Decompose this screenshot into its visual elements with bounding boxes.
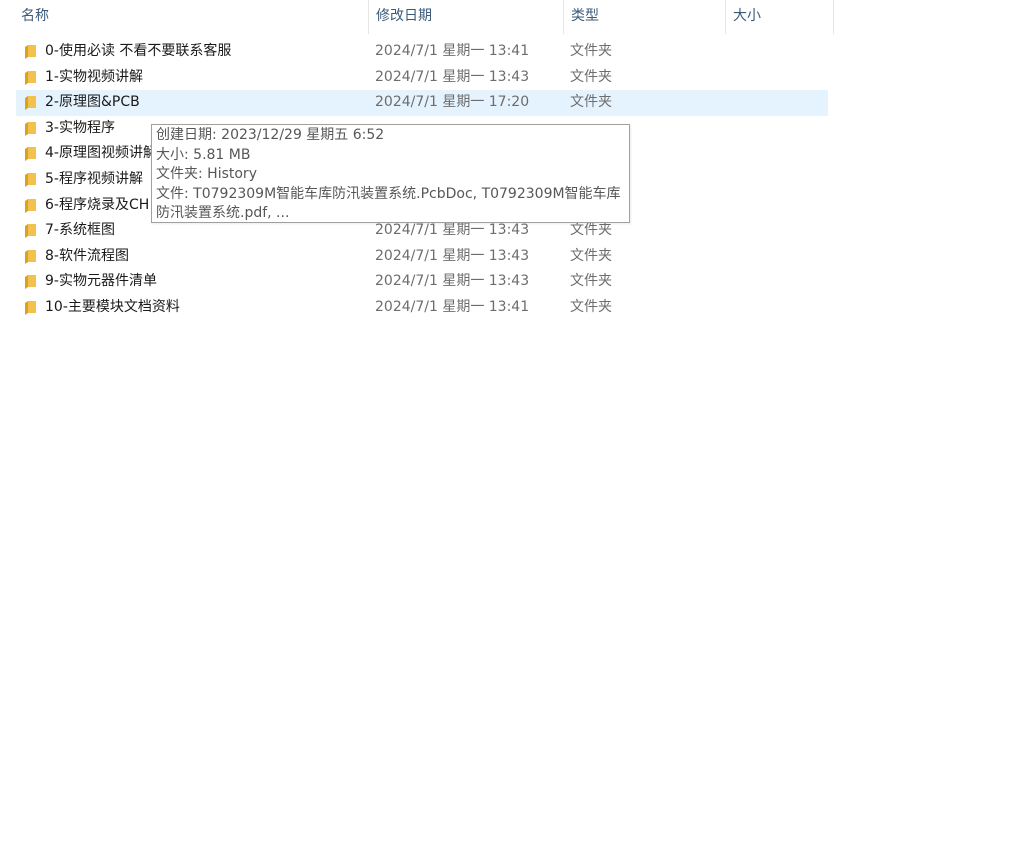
sort-arrow-icon: ^ bbox=[184, 0, 196, 3]
folder-icon bbox=[25, 198, 36, 213]
column-header-type[interactable]: 类型 bbox=[563, 0, 725, 34]
column-header-name[interactable]: 名称 bbox=[14, 0, 368, 34]
folder-icon bbox=[25, 96, 36, 111]
file-name: 8-软件流程图 bbox=[45, 247, 129, 264]
folder-icon bbox=[25, 121, 36, 136]
column-size-label: 大小 bbox=[733, 8, 761, 24]
tooltip-files-line1: 文件: T0792309M智能车库防汛装置系统.PcbDoc, T0792309… bbox=[156, 185, 621, 202]
folder-icon bbox=[25, 172, 36, 187]
file-row[interactable]: 8-软件流程图 2024/7/1 星期一 13:43 文件夹 bbox=[16, 244, 828, 270]
file-modified-date: 2024/7/1 星期一 13:41 bbox=[375, 298, 530, 315]
tooltip-folder: 文件夹: History bbox=[156, 166, 257, 182]
tooltip-size: 大小: 5.81 MB bbox=[156, 146, 251, 163]
column-header: 名称 ^ 修改日期 类型 大小 bbox=[0, 0, 834, 34]
file-name: 1-实物视频讲解 bbox=[45, 68, 143, 85]
file-row[interactable]: 9-实物元器件清单 2024/7/1 星期一 13:43 文件夹 bbox=[16, 269, 828, 295]
folder-icon bbox=[25, 45, 36, 59]
file-row[interactable]: 0-使用必读 不看不要联系客服 2024/7/1 星期一 13:41 文件夹 bbox=[16, 39, 828, 65]
file-type: 文件夹 bbox=[570, 68, 612, 85]
file-name: 10-主要模块文档资料 bbox=[45, 298, 180, 315]
file-name: 9-实物元器件清单 bbox=[45, 273, 157, 290]
tooltip-files-line2: 防汛装置系统.pdf, ... bbox=[156, 205, 290, 221]
file-name: 2-原理图&PCB bbox=[45, 94, 140, 111]
folder-tooltip: 创建日期: 2023/12/29 星期五 6:52 大小: 5.81 MB 文件… bbox=[151, 124, 630, 223]
column-date-label: 修改日期 bbox=[376, 8, 432, 24]
file-name: 0-使用必读 不看不要联系客服 bbox=[45, 43, 232, 59]
folder-icon bbox=[25, 147, 36, 162]
column-name-label: 名称 bbox=[21, 8, 49, 24]
file-modified-date: 2024/7/1 星期一 13:41 bbox=[375, 43, 530, 59]
column-type-label: 类型 bbox=[571, 8, 599, 24]
tooltip-created: 创建日期: 2023/12/29 星期五 6:52 bbox=[156, 127, 385, 143]
file-modified-date: 2024/7/1 星期一 13:43 bbox=[375, 68, 530, 85]
folder-icon bbox=[25, 300, 36, 315]
column-header-date[interactable]: 修改日期 bbox=[368, 0, 563, 34]
file-row[interactable]: 1-实物视频讲解 2024/7/1 星期一 13:43 文件夹 bbox=[16, 65, 828, 91]
file-modified-date: 2024/7/1 星期一 13:43 bbox=[375, 273, 530, 290]
folder-icon bbox=[25, 249, 36, 264]
file-modified-date: 2024/7/1 星期一 17:20 bbox=[375, 94, 530, 111]
folder-icon bbox=[25, 70, 36, 85]
folder-icon bbox=[25, 275, 36, 290]
file-type: 文件夹 bbox=[570, 94, 612, 111]
file-type: 文件夹 bbox=[570, 43, 612, 59]
file-row[interactable]: 2-原理图&PCB 2024/7/1 星期一 17:20 文件夹 bbox=[16, 90, 828, 116]
column-header-size[interactable]: 大小 bbox=[725, 0, 834, 34]
file-type: 文件夹 bbox=[570, 247, 612, 264]
file-row[interactable]: 10-主要模块文档资料 2024/7/1 星期一 13:41 文件夹 bbox=[16, 295, 828, 321]
file-modified-date: 2024/7/1 星期一 13:43 bbox=[375, 247, 530, 264]
folder-icon bbox=[25, 224, 36, 239]
file-type: 文件夹 bbox=[570, 298, 612, 315]
file-type: 文件夹 bbox=[570, 273, 612, 290]
